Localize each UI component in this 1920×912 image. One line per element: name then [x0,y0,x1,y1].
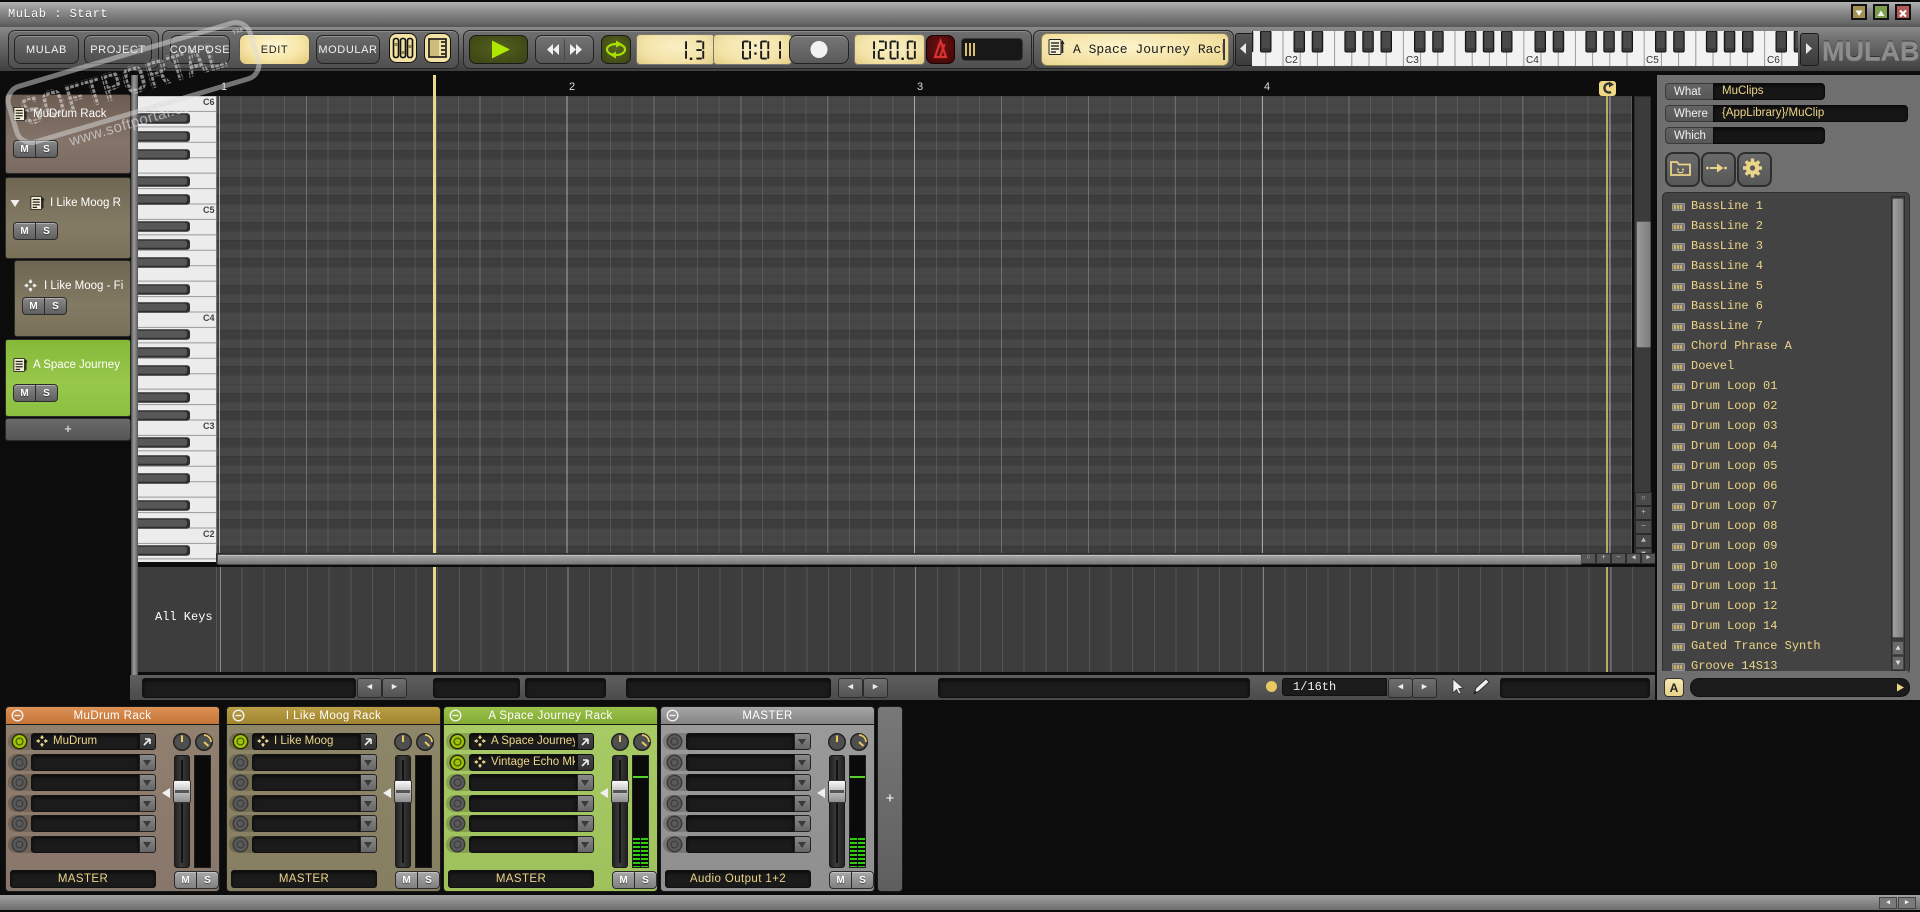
svg-text:C2: C2 [203,529,215,539]
svg-text:C2: C2 [1285,55,1298,66]
svg-text:C6: C6 [1767,55,1780,66]
svg-text:C5: C5 [1646,55,1659,66]
svg-text:C4: C4 [203,313,215,323]
svg-text:C5: C5 [203,205,215,215]
svg-text:C3: C3 [203,421,215,431]
svg-text:C6: C6 [203,97,215,107]
svg-text:C4: C4 [1526,55,1539,66]
svg-text:C3: C3 [1406,55,1419,66]
